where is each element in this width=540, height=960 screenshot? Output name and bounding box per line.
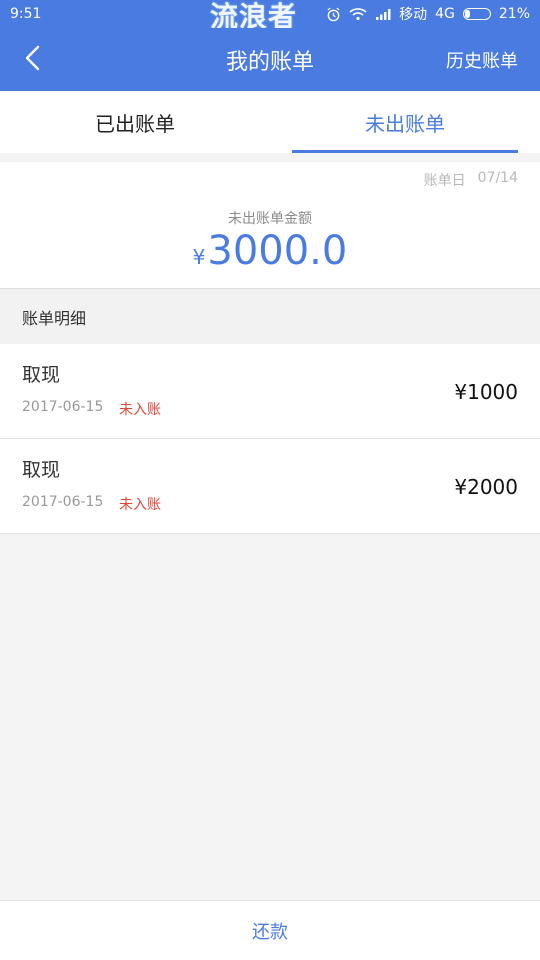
status-time: 9:51 <box>10 6 42 22</box>
tab-unbilled[interactable]: 未出账单 <box>270 91 540 153</box>
item-title: 取现 <box>22 459 61 481</box>
bill-detail-list: 取现 2017-06-15 未入账 ¥1000 取现 2017-06-15 未入… <box>0 344 540 534</box>
wifi-icon <box>349 7 367 21</box>
item-status: 未入账 <box>119 402 161 418</box>
nav-bar: 我的账单 历史账单 <box>0 28 540 91</box>
chevron-left-icon <box>23 44 41 76</box>
history-bills-button[interactable]: 历史账单 <box>446 28 518 91</box>
detail-section-header: 账单明细 <box>0 288 540 344</box>
currency-symbol: ¥ <box>192 245 206 269</box>
item-title: 取现 <box>22 364 61 386</box>
battery-percent: 21% <box>498 6 530 22</box>
bill-day-label: 账单日 <box>423 173 466 189</box>
battery-icon <box>462 8 491 20</box>
item-date: 2017-06-15 <box>22 399 104 415</box>
carrier-label: 移动 <box>399 7 428 23</box>
item-date: 2017-06-15 <box>22 494 104 510</box>
signal-icon <box>375 8 391 21</box>
bill-day-value: 07/14 <box>477 170 518 186</box>
active-tab-indicator <box>292 150 518 153</box>
alarm-icon <box>326 7 341 22</box>
amount-value: 3000.0 <box>207 228 348 274</box>
list-item[interactable]: 取现 2017-06-15 未入账 ¥1000 <box>0 344 540 439</box>
item-amount: ¥2000 <box>454 474 518 499</box>
bill-tabs: 已出账单 未出账单 <box>0 91 540 153</box>
list-item[interactable]: 取现 2017-06-15 未入账 ¥2000 <box>0 439 540 534</box>
repay-button[interactable]: 还款 <box>0 900 540 960</box>
tab-label: 已出账单 <box>95 111 175 136</box>
bill-summary: 账单日 07/14 未出账单金额 ¥ 3000.0 <box>0 162 540 288</box>
unbilled-amount: ¥ 3000.0 <box>0 228 540 274</box>
tab-billed[interactable]: 已出账单 <box>0 91 270 153</box>
unbilled-amount-label: 未出账单金额 <box>228 211 312 227</box>
page-title: 我的账单 <box>225 49 314 75</box>
back-button[interactable] <box>12 38 52 82</box>
tab-label: 未出账单 <box>365 111 445 136</box>
item-amount: ¥1000 <box>454 379 518 404</box>
bill-day: 账单日 07/14 <box>424 170 518 190</box>
item-status: 未入账 <box>119 497 161 513</box>
network-label: 4G <box>435 6 455 22</box>
